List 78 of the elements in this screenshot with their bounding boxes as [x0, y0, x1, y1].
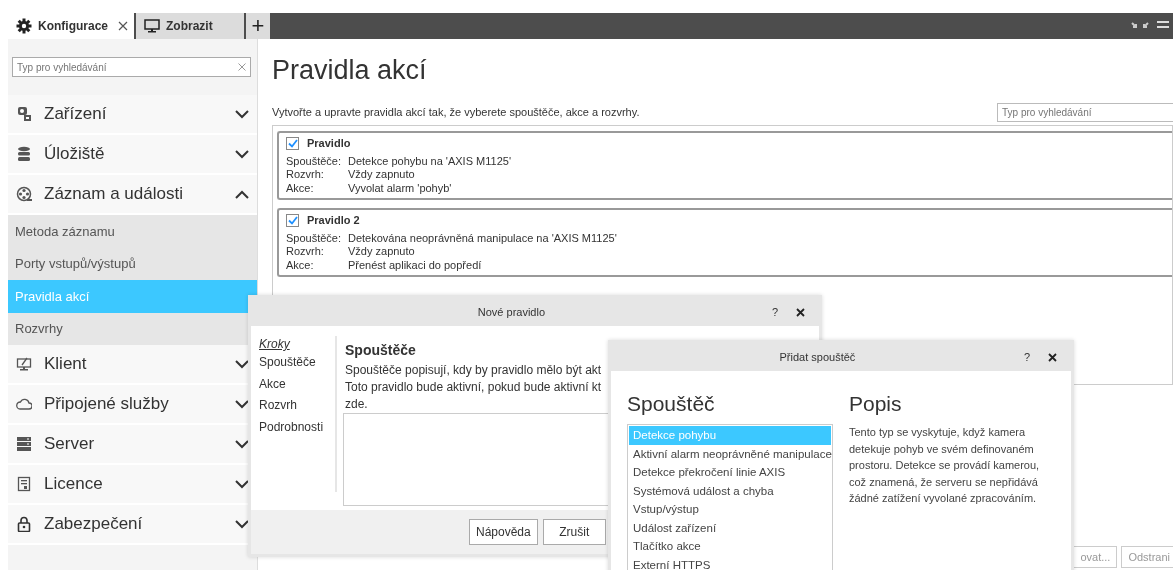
description-text: Toto pravidlo bude aktivní, pokud bude aktivní kt — [344, 378, 602, 396]
tab[interactable]: Zobrazit — [136, 13, 246, 39]
field-label: Spouštěče: — [286, 154, 343, 168]
field-label: Spouštěče: — [286, 231, 343, 245]
dialog-title: Nové pravidlo — [476, 304, 547, 320]
field-label: Rozvrh: — [286, 245, 325, 259]
clear-icon[interactable] — [238, 63, 246, 71]
checkbox[interactable] — [286, 137, 299, 151]
list-item[interactable]: Systémová událost a chyba — [629, 481, 831, 501]
list-item[interactable]: Externí HTTPS — [629, 555, 831, 570]
search-field[interactable]: Typ pro vyhledávání — [997, 102, 1173, 122]
dialog-title: Přidat spouštěč — [778, 349, 857, 365]
description-text: zde. — [344, 395, 368, 413]
chevron-up-icon — [235, 189, 249, 199]
device-icon — [16, 106, 32, 122]
field-value: Vždy zapnuto — [348, 168, 415, 180]
sidebar-section[interactable]: Zařízení — [8, 95, 257, 135]
description-text: Tento typ se vyskytuje, když kamera detekuje pohyb ve svém definovaném prostoru. Detekce se provádí kamerou, což znamená, že serveru se nepřidává žádné zatížení vyvolané zpracováním. — [849, 425, 1041, 507]
page-title: Pravidla akcí — [272, 54, 428, 87]
help-button[interactable]: ? — [1023, 348, 1030, 366]
step-item[interactable]: Spouštěče — [259, 352, 327, 374]
description-text: Spouštěče popisují, kdy by pravidlo mělo být akt — [344, 361, 602, 379]
list-heading: Spouštěč — [627, 391, 716, 417]
field-value: Detekována neoprávněná manipulace na 'AXIS M1125' — [348, 231, 617, 244]
step-item[interactable]: Akce — [259, 373, 327, 395]
field-label: Akce: — [286, 181, 315, 195]
monitor-icon — [144, 19, 160, 33]
chevron-down-icon — [235, 399, 249, 409]
button[interactable]: Nápověda — [469, 519, 538, 545]
button[interactable]: Zrušit — [542, 519, 606, 545]
list-item[interactable]: Detekce překročení linie AXIS — [629, 463, 831, 482]
chevron-down-icon — [235, 519, 249, 529]
rule-card[interactable]: Pravidlo Spouštěče: Detekce pohybu na 'AXIS M1125' Rozvrh: Vždy zapnuto Akce: Vyvolat alarm 'pohyb' — [277, 131, 1172, 200]
close-icon[interactable] — [118, 21, 128, 31]
server-icon — [16, 436, 32, 452]
steps-heading: Kroky — [259, 336, 291, 352]
field-value: Přenést aplikaci do popředí — [348, 258, 482, 271]
rule-card[interactable]: Pravidlo 2 Spouštěče: Detekována neoprávněná manipulace na 'AXIS M1125' Rozvrh: Vždy zapnuto Akce: Přenést aplikaci do popředí — [277, 208, 1172, 277]
close-icon[interactable] — [1048, 352, 1057, 362]
search-field[interactable]: Typ pro vyhledávání — [12, 57, 251, 77]
document-icon — [16, 476, 32, 492]
monitor-icon — [16, 356, 32, 372]
gear-icon — [16, 18, 32, 34]
sidebar-item[interactable]: Metoda záznamu — [8, 215, 257, 248]
list-item[interactable]: Aktivní alarm neoprávněné manipulace — [629, 444, 831, 464]
cloud-icon — [16, 396, 32, 412]
section-title: Spouštěče — [345, 342, 416, 359]
collapse-icon[interactable] — [1131, 21, 1149, 31]
tab[interactable]: Konfigurace — [8, 13, 136, 39]
step-item[interactable]: Rozvrh — [259, 395, 327, 417]
list-item[interactable]: Událost zařízení — [629, 518, 831, 538]
chevron-down-icon — [235, 149, 249, 159]
chevron-down-icon — [235, 479, 249, 489]
close-icon[interactable] — [796, 307, 805, 317]
rule-name: Pravidlo 2 — [307, 214, 360, 228]
chevron-down-icon — [235, 439, 249, 449]
chevron-down-icon — [235, 359, 249, 369]
sidebar-section[interactable]: Úložiště — [8, 135, 257, 175]
sidebar-item[interactable]: Porty vstupů/výstupů — [8, 247, 257, 280]
film-reel-icon — [16, 186, 32, 202]
field-label: Akce: — [286, 258, 315, 272]
new-tab-button[interactable]: + — [246, 13, 270, 39]
sidebar-section[interactable]: Záznam a události — [8, 175, 257, 215]
description-text: Vytvořte a upravte pravidla akcí tak, že vyberete spouštěče, akce a rozvrhy. — [272, 104, 641, 120]
step-item[interactable]: Podrobnosti — [259, 416, 327, 438]
database-icon — [16, 146, 32, 162]
field-value: Detekce pohybu na 'AXIS M1125' — [348, 154, 511, 167]
field-value: Vyvolat alarm 'pohyb' — [348, 181, 452, 194]
chevron-down-icon — [235, 109, 249, 119]
description-heading: Popis — [849, 391, 903, 417]
list-item[interactable]: Tlačítko akce — [629, 537, 831, 556]
field-label: Rozvrh: — [286, 168, 325, 182]
padlock-icon — [16, 516, 32, 532]
help-button[interactable]: ? — [771, 303, 778, 321]
list-item[interactable]: Vstup/výstup — [629, 500, 831, 519]
rule-name: Pravidlo — [307, 137, 351, 151]
checkbox[interactable] — [286, 214, 299, 228]
field-value: Vždy zapnuto — [348, 245, 415, 257]
